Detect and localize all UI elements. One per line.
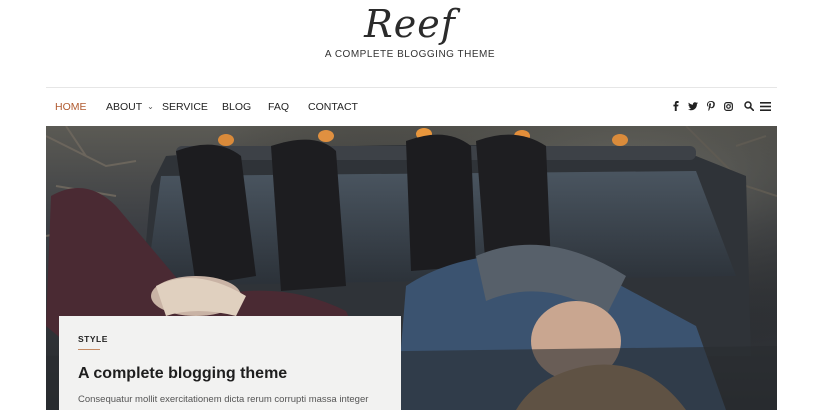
pinterest-icon[interactable]	[705, 100, 717, 112]
twitter-icon[interactable]	[687, 100, 699, 112]
nav-item-about[interactable]: ABOUT ⌄	[106, 101, 154, 113]
nav-item-service[interactable]: SERVICE	[162, 101, 208, 113]
main-navigation: HOME ABOUT ⌄ SERVICE BLOG FAQ CONTACT	[46, 87, 777, 125]
chevron-down-icon: ⌄	[147, 102, 154, 111]
site-tagline: A COMPLETE BLOGGING THEME	[324, 49, 496, 60]
category-underline	[78, 349, 100, 350]
nav-item-faq[interactable]: FAQ	[268, 101, 289, 113]
nav-item-home[interactable]: HOME	[55, 101, 87, 113]
featured-post-card: STYLE A complete blogging theme Consequa…	[59, 316, 401, 410]
nav-item-contact[interactable]: CONTACT	[308, 101, 358, 113]
menu-icon[interactable]	[759, 100, 771, 112]
search-icon[interactable]	[743, 100, 755, 112]
post-excerpt: Consequatur mollit exercitationem dicta …	[78, 394, 369, 405]
site-logo[interactable]: Reef	[0, 2, 820, 46]
nav-item-about-label: ABOUT	[106, 101, 143, 113]
post-category[interactable]: STYLE	[78, 334, 108, 344]
instagram-icon[interactable]	[722, 100, 734, 112]
facebook-icon[interactable]	[670, 100, 682, 112]
nav-item-blog[interactable]: BLOG	[222, 101, 251, 113]
post-title[interactable]: A complete blogging theme	[78, 365, 287, 383]
